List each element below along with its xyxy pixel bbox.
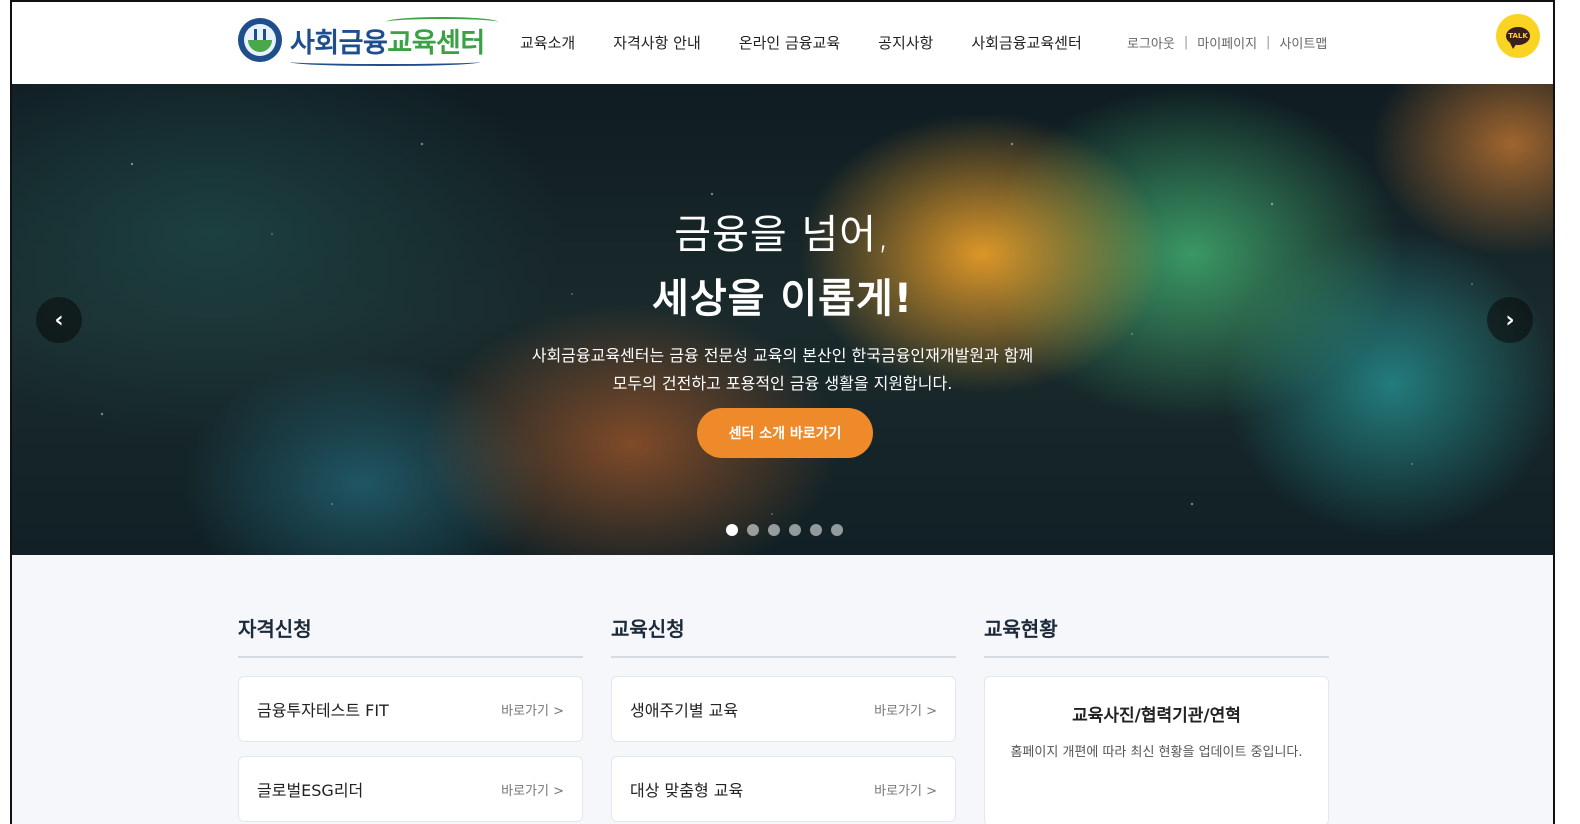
chevron-left-icon: ‹ (54, 307, 64, 333)
center-intro-button[interactable]: 센터 소개 바로가기 (697, 408, 873, 458)
slider-prev-button[interactable]: ‹ (36, 297, 82, 343)
sitemap-link[interactable]: 사이트맵 (1279, 33, 1327, 52)
hero-slider: 금융을 넘어, 세상을 이롭게! 사회금융교육센터는 금융 전문성 교육의 본산… (12, 84, 1553, 555)
chevron-right-icon: › (1505, 307, 1515, 333)
section-heading: 자격신청 (238, 613, 583, 658)
slider-dot[interactable] (726, 524, 738, 536)
status-card-desc: 홈페이지 개편에 따라 최신 현황을 업데이트 중입니다. (1010, 745, 1303, 760)
cert-card-fit[interactable]: 금융투자테스트 FIT 바로가기 > (238, 676, 583, 742)
hero-desc-line-2: 모두의 건전하고 포용적인 금융 생활을 지원합니다. (612, 374, 953, 393)
logo-text: 사회금융교육센터 (290, 16, 498, 66)
slider-dot[interactable] (831, 524, 843, 536)
cert-card-esg[interactable]: 글로벌ESG리더 바로가기 > (238, 756, 583, 822)
edu-card-lifecycle[interactable]: 생애주기별 교육 바로가기 > (611, 676, 956, 742)
logout-link[interactable]: 로그아웃 (1127, 33, 1175, 52)
card-link[interactable]: 바로가기 > (874, 780, 937, 799)
nav-item-cert-guide[interactable]: 자격사항 안내 (613, 32, 701, 53)
card-title: 생애주기별 교육 (630, 701, 739, 720)
section-heading: 교육현황 (984, 613, 1329, 658)
hero-headline-1: 금융을 넘어, (674, 212, 891, 258)
nav-item-online-edu[interactable]: 온라인 금융교육 (739, 32, 840, 53)
section-heading: 교육신청 (611, 613, 956, 658)
util-separator: | (1183, 35, 1189, 50)
nav-item-notice[interactable]: 공지사항 (878, 32, 933, 53)
site-logo[interactable]: 사회금융교육센터 (238, 16, 498, 66)
site-header: 사회금융교육센터 교육소개 자격사항 안내 온라인 금융교육 공지사항 사회금융… (12, 2, 1553, 84)
card-link[interactable]: 바로가기 > (874, 700, 937, 719)
nav-item-center[interactable]: 사회금융교육센터 (971, 32, 1081, 53)
slider-dot[interactable] (768, 524, 780, 536)
slider-next-button[interactable]: › (1487, 297, 1533, 343)
quick-links-area: 자격신청 금융투자테스트 FIT 바로가기 > 글로벌ESG리더 바로가기 > … (12, 555, 1553, 824)
status-section: 교육현황 교육사진/협력기관/연혁 홈페이지 개편에 따라 최신 현황을 업데이… (984, 613, 1329, 824)
card-link[interactable]: 바로가기 > (501, 780, 564, 799)
edu-section: 교육신청 생애주기별 교육 바로가기 > 대상 맞춤형 교육 바로가기 > (611, 613, 956, 824)
slider-dot[interactable] (789, 524, 801, 536)
logo-emblem-icon (238, 18, 282, 62)
mypage-link[interactable]: 마이페이지 (1197, 33, 1257, 52)
card-title: 글로벌ESG리더 (257, 781, 364, 800)
logo-text-part2: 교육센터 (387, 27, 485, 59)
edu-card-custom[interactable]: 대상 맞춤형 교육 바로가기 > (611, 756, 956, 822)
utility-links: 로그아웃 | 마이페이지 | 사이트맵 (1127, 33, 1327, 52)
slider-dot[interactable] (810, 524, 822, 536)
util-separator: | (1266, 35, 1271, 50)
logo-text-part1: 사회금융 (290, 27, 388, 59)
card-title: 대상 맞춤형 교육 (630, 781, 744, 800)
hero-desc-line-1: 사회금융교육센터는 금융 전문성 교육의 본산인 한국금융인재개발원과 함께 (531, 346, 1034, 365)
main-nav: 교육소개 자격사항 안내 온라인 금융교육 공지사항 사회금융교육센터 (520, 32, 1082, 53)
hero-description: 사회금융교육센터는 금융 전문성 교육의 본산인 한국금융인재개발원과 함께 모… (12, 342, 1553, 398)
hero-headline-2: 세상을 이롭게! (652, 276, 913, 322)
page-frame: 사회금융교육센터 교육소개 자격사항 안내 온라인 금융교육 공지사항 사회금융… (10, 0, 1555, 824)
card-title: 금융투자테스트 FIT (257, 701, 389, 720)
slider-dot[interactable] (747, 524, 759, 536)
status-card-title: 교육사진/협력기관/연혁 (1072, 706, 1241, 726)
slider-pagination (726, 524, 843, 536)
card-link[interactable]: 바로가기 > (501, 700, 564, 719)
nav-item-edu-intro[interactable]: 교육소개 (520, 32, 575, 53)
kakao-talk-button[interactable]: TALK (1496, 14, 1540, 58)
edu-status-card[interactable]: 교육사진/협력기관/연혁 홈페이지 개편에 따라 최신 현황을 업데이트 중입니… (984, 676, 1329, 824)
cert-section: 자격신청 금융투자테스트 FIT 바로가기 > 글로벌ESG리더 바로가기 > (238, 613, 583, 824)
talk-bubble-icon: TALK (1506, 27, 1530, 49)
